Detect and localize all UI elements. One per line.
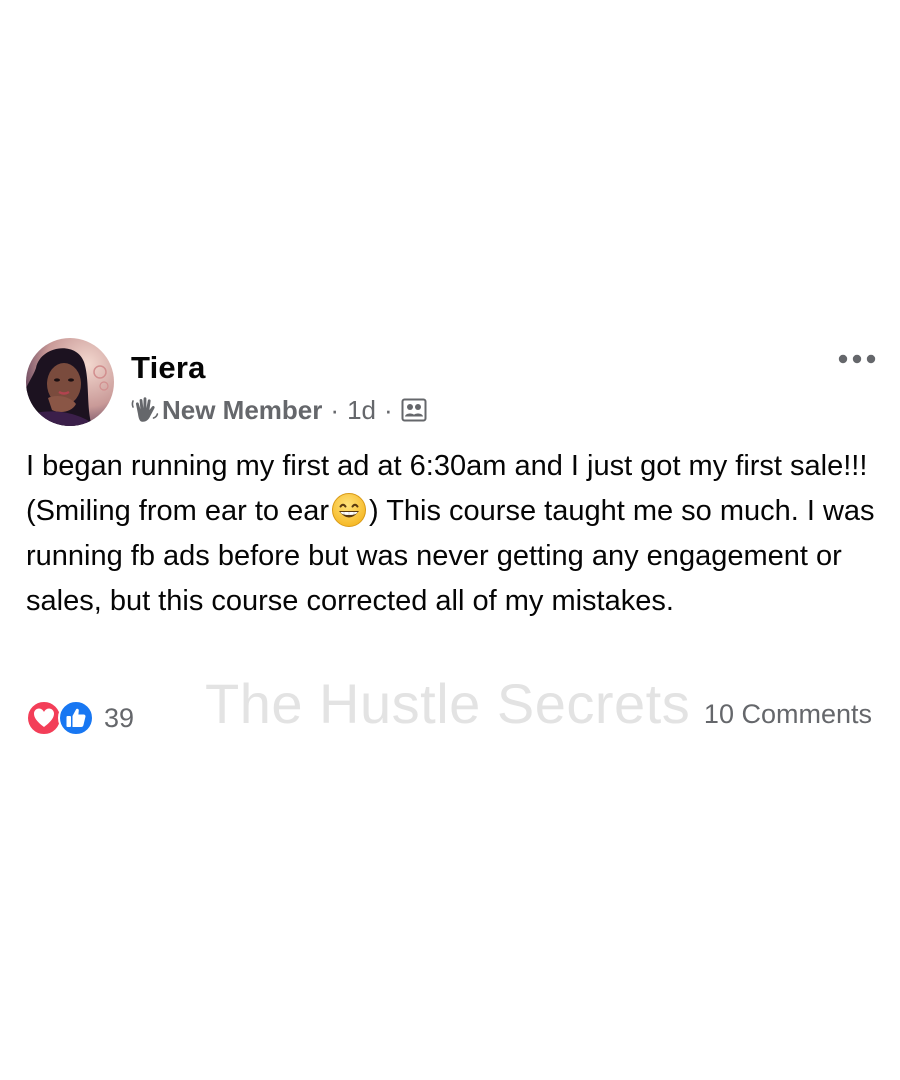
member-badge-label: New Member <box>162 394 323 425</box>
avatar-image <box>26 338 114 426</box>
post-text: I began running my first ad at 6:30am an… <box>26 444 878 624</box>
more-options-button[interactable] <box>836 347 878 371</box>
watermark: The Hustle Secrets <box>205 672 691 735</box>
post-meta: New Member · 1d · <box>131 392 427 428</box>
post-card: Tiera New Member · 1d · I began running … <box>0 0 900 1080</box>
waving-hand-icon <box>131 395 159 425</box>
post-timestamp[interactable]: 1d <box>347 395 376 426</box>
meta-separator: · <box>330 394 340 425</box>
reaction-count: 39 <box>104 702 135 733</box>
author-name[interactable]: Tiera <box>131 349 206 387</box>
grinning-face-emoji-icon <box>331 492 367 528</box>
meta-separator: · <box>383 394 393 425</box>
love-reaction-icon <box>26 700 62 736</box>
group-members-icon[interactable] <box>401 397 427 423</box>
more-options-icon <box>838 354 876 364</box>
reactions-summary[interactable]: 39 <box>26 698 134 738</box>
avatar[interactable] <box>26 338 114 426</box>
comments-count-link[interactable]: 10 Comments <box>704 699 872 730</box>
like-reaction-icon <box>58 700 94 736</box>
